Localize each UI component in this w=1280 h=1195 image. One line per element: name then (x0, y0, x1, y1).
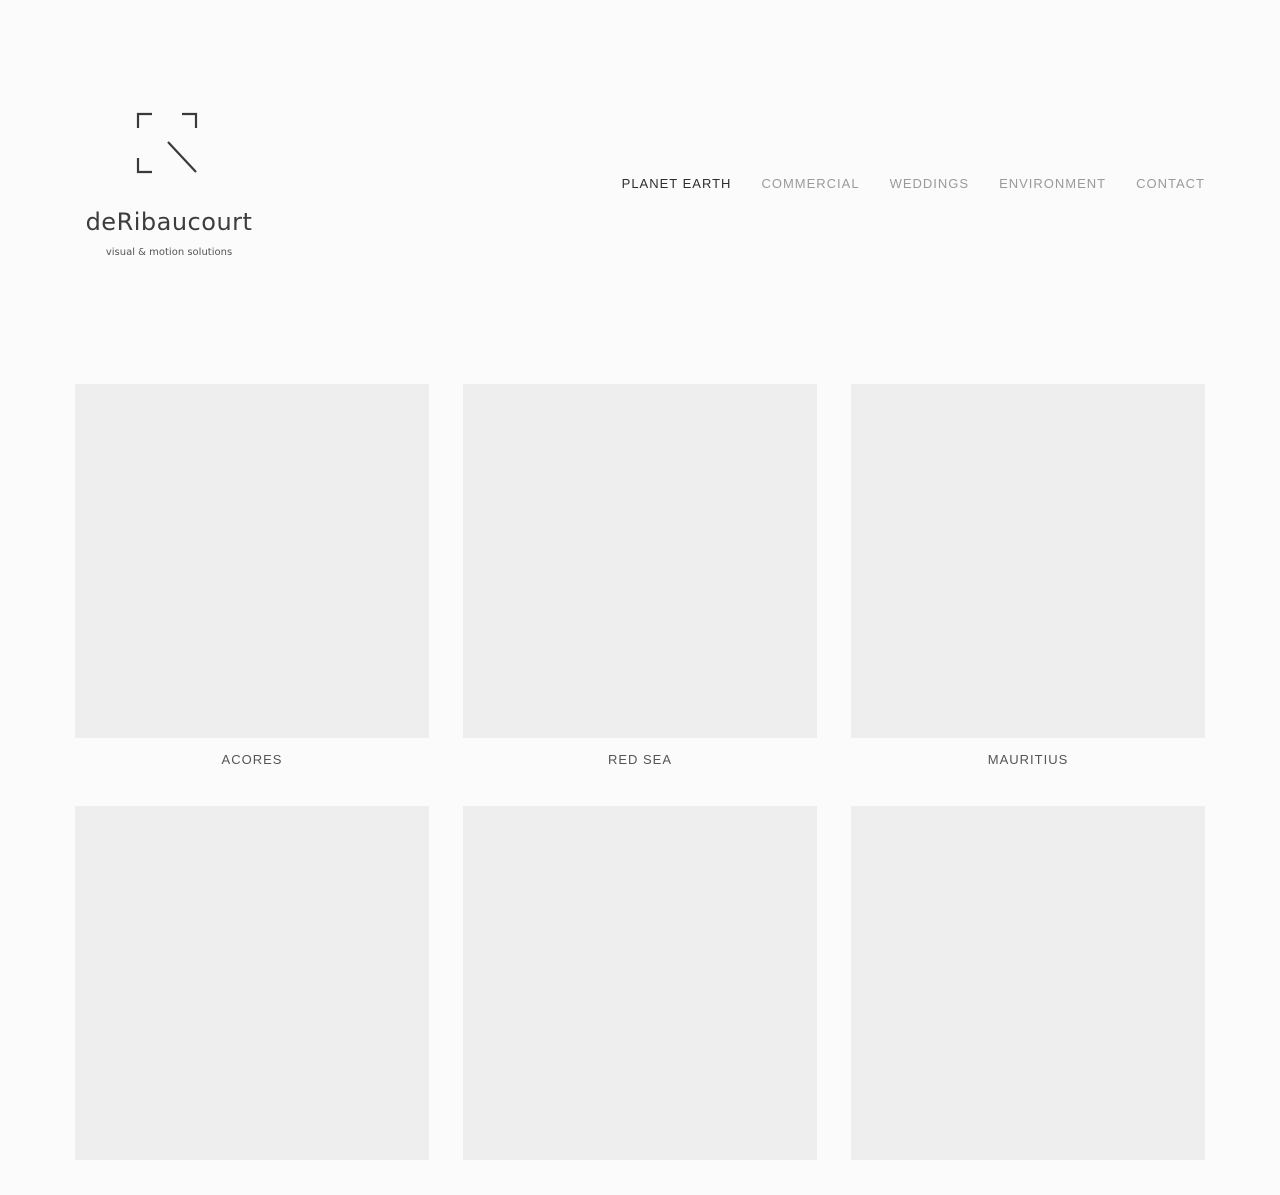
gallery-item-title: MAURITIUS (987, 752, 1069, 767)
gallery-item-title (851, 1160, 1205, 1195)
site-logo[interactable]: deRibaucourt visual & motion solutions (78, 108, 260, 268)
gallery-item-mauritius[interactable]: MAURITIUS (851, 384, 1205, 773)
main-nav: PLANET EARTH COMMERCIAL WEDDINGS ENVIRON… (622, 176, 1205, 191)
gallery-item-red-sea[interactable]: RED SEA (463, 384, 817, 773)
gallery-item[interactable] (851, 806, 1205, 1195)
brand-tagline: visual & motion solutions (105, 247, 233, 258)
nav-item-commercial[interactable]: COMMERCIAL (761, 176, 859, 191)
site-header: deRibaucourt visual & motion solutions P… (0, 0, 1280, 300)
gallery-item-title (463, 1160, 817, 1195)
gallery-item[interactable] (463, 806, 817, 1195)
gallery-thumbnail (463, 384, 817, 738)
corner-brackets-arrow-icon (136, 112, 198, 174)
gallery-thumbnail (75, 806, 429, 1160)
gallery-thumbnail (75, 384, 429, 738)
nav-item-environment[interactable]: ENVIRONMENT (999, 176, 1106, 191)
nav-item-weddings[interactable]: WEDDINGS (890, 176, 970, 191)
gallery-item-title: ACORES (221, 752, 283, 767)
nav-item-planet-earth[interactable]: PLANET EARTH (622, 176, 732, 191)
gallery-item-acores[interactable]: ACORES (75, 384, 429, 773)
gallery-thumbnail (463, 806, 817, 1160)
gallery-item-title (75, 1160, 429, 1195)
nav-item-contact[interactable]: CONTACT (1136, 176, 1205, 191)
brand-name: deRibaucourt (85, 208, 253, 236)
gallery-thumbnail (851, 384, 1205, 738)
gallery-grid: ACORES RED SEA MAURITIUS (75, 384, 1205, 1195)
gallery-item[interactable] (75, 806, 429, 1195)
gallery-thumbnail (851, 806, 1205, 1160)
gallery-item-title: RED SEA (607, 752, 673, 767)
